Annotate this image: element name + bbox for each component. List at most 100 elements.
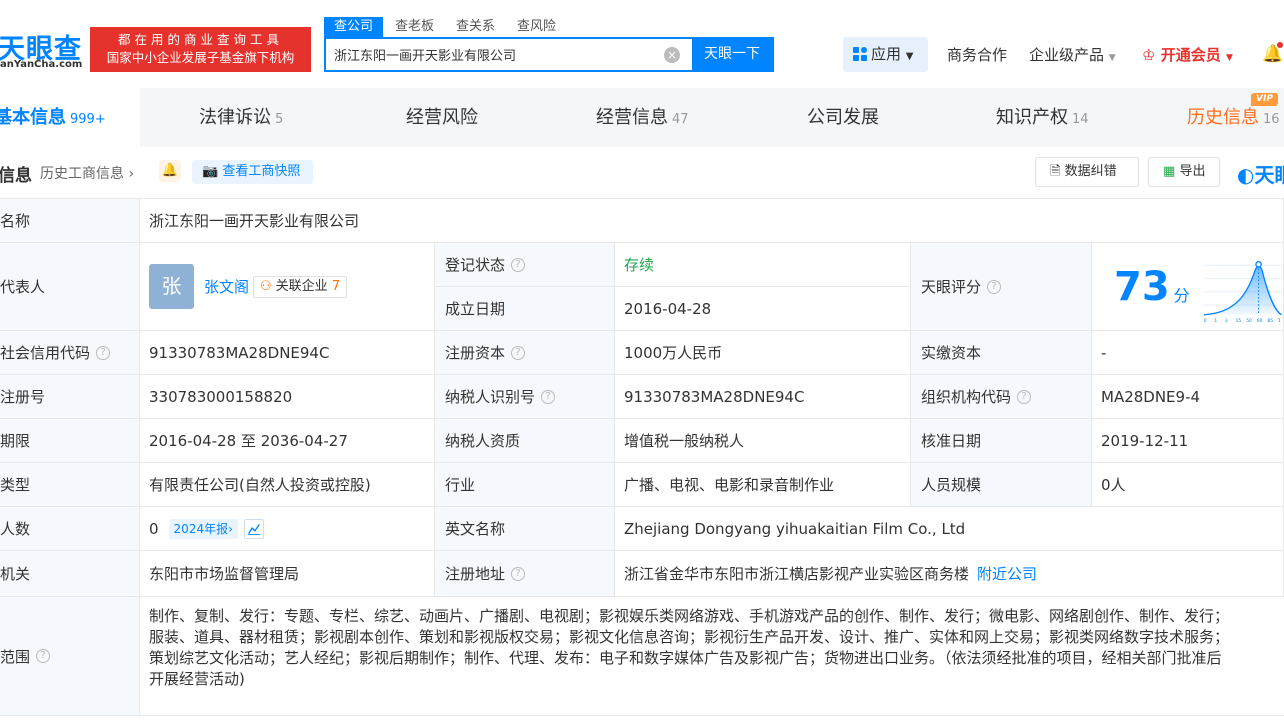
staff-size-value: 0人 [1092,463,1284,507]
search-tab-risk[interactable]: 查风险 [507,17,566,37]
snapshot-label: 查看工商快照 [222,164,301,179]
capital-label: 注册资本? [435,331,615,375]
nav-vip-label: 开通会员 [1160,46,1221,64]
tab-label: 公司发展 [807,107,879,128]
tab-label: 历史信息 [1187,107,1259,128]
nav-vip[interactable]: ♔ 开通会员 ▼ [1142,44,1233,65]
slogan-banner[interactable]: 都在用的商业查询工具 国家中小企业发展子基金旗下机构 [90,27,311,72]
chevron-down-icon: ▼ [1225,53,1233,63]
chevron-down-icon: ▼ [905,51,914,62]
english-name-value: Zhejiang Dongyang yihuakaitian Film Co.,… [615,507,1284,551]
tax-id-value: 91330783MA28DNE94C [615,375,911,419]
org-code-label: 组织机构代码? [911,375,1092,419]
type-value: 有限责任公司(自然人投资或控股) [140,463,435,507]
related-companies-badge[interactable]: ⚇ 关联企业 7 [253,275,348,298]
score-value: 73 [1114,263,1170,310]
correct-label: 数据纠错 [1064,164,1117,179]
apps-button[interactable]: 应用 ▼ [843,37,928,72]
help-icon[interactable]: ? [511,257,526,272]
nearby-companies-link[interactable]: 附近公司 [977,563,1037,584]
tab-label: 基本信息 [0,107,66,128]
address-value: 浙江省金华市东阳市浙江横店影视产业实验区商务楼 附近公司 [615,551,1284,597]
tab-label: 经营风险 [406,107,478,128]
type-label: 类型 [0,463,140,507]
nav-business[interactable]: 商务合作 [947,44,1007,65]
english-name-label: 英文名称 [435,507,615,551]
search-tab-relation[interactable]: 查关系 [446,17,505,37]
tab-count: 16 [1263,112,1280,127]
search-box: × 天眼一下 [324,37,774,72]
business-scope-value: 制作、复制、发行：专题、专栏、综艺、动画片、广播剧、电视剧；影视娱乐类网络游戏、… [140,597,1284,715]
tab-count: 14 [1072,112,1089,127]
tab-litigation[interactable]: 法律诉讼 5 [199,88,283,147]
staff-size-label: 人员规模 [911,463,1092,507]
tab-basic-info[interactable]: 基本信息 999+ [0,88,140,147]
edit-doc-icon: 🗎 [1050,164,1061,179]
trend-chart-icon[interactable] [243,518,264,539]
score-panel[interactable]: 73 分 0 1 3 15 50 60 85 1 [1092,243,1284,331]
status-value: 存续 [615,243,911,287]
correct-data-button[interactable]: 🗎 数据纠错 [1035,157,1139,187]
scope-line: 策划综艺文化活动；艺人经纪；影视后期制作；制作、代理、发布：电子和数字媒体广告及… [149,649,1222,667]
search-tab-boss[interactable]: 查老板 [385,17,444,37]
axis-tick: 1 [1278,317,1281,323]
axis-tick: 60 [1256,317,1262,323]
legal-rep-name[interactable]: 张文阁 [204,276,249,297]
tab-operations[interactable]: 经营信息 47 [596,88,689,147]
excel-icon: ▦ [1163,164,1176,179]
legal-rep-value: 张 张文阁 ⚇ 关联企业 7 [140,243,435,331]
paid-capital-value: - [1092,331,1284,375]
nav-enterprise[interactable]: 企业级产品 ▼ [1029,44,1116,65]
chevron-right-icon: › [128,166,135,182]
search-input[interactable] [326,39,664,70]
axis-tick: 85 [1267,317,1273,323]
scope-line: 服装、道具、器材租赁；影视剧本创作、策划和影视版权交易；影视文化信息咨询；影视衍… [149,628,1230,646]
clear-icon[interactable]: × [664,47,680,63]
insured-count: 0 [149,519,159,538]
avatar[interactable]: 张 [149,264,194,309]
score-label-text: 天眼评分 [921,278,982,296]
legal-rep-label: 代表人 [0,243,140,331]
related-count: 7 [331,278,341,294]
tab-ip[interactable]: 知识产权 14 [996,88,1089,147]
help-icon[interactable]: ? [987,279,1002,294]
address-label-text: 注册地址 [445,565,506,583]
logo-domain: anYanCha.com [0,59,83,70]
search-button[interactable]: 天眼一下 [692,39,772,70]
slogan-line2: 国家中小企业发展子基金旗下机构 [106,50,295,65]
score-distribution-chart: 0 1 3 15 50 60 85 1 [1203,260,1282,323]
tab-count: 999+ [70,112,106,127]
help-icon[interactable]: ? [96,345,111,360]
tab-label: 经营信息 [596,107,668,128]
tab-development[interactable]: 公司发展 [807,88,879,147]
tab-count: 5 [275,112,284,127]
search-tab-company[interactable]: 查公司 [324,17,384,37]
related-label: 关联企业 [275,278,328,294]
export-button[interactable]: ▦ 导出 [1148,157,1220,187]
help-icon[interactable]: ? [36,649,51,663]
term-label: 期限 [0,419,140,463]
apps-grid-icon [853,47,867,61]
approve-date-value: 2019-12-11 [1092,419,1284,463]
credit-code-value: 91330783MA28DNE94C [140,331,435,375]
help-icon[interactable]: ? [511,566,526,581]
status-label: 登记状态? [435,243,615,287]
help-icon[interactable]: ? [541,389,556,404]
score-unit: 分 [1173,285,1190,305]
axis-tick: 0 [1203,317,1206,323]
found-date-label: 成立日期 [435,287,615,331]
annual-report-badge[interactable]: 2024年报› [168,518,238,539]
section-title: 信息 [0,166,32,186]
alert-bell-icon[interactable]: 🔔 [159,160,181,182]
org-code-value: MA28DNE9-4 [1092,375,1284,419]
annual-label: 2024年报 [173,521,229,536]
history-link[interactable]: 历史工商信息 › [40,163,134,183]
axis-tick: 3 [1225,317,1228,323]
tax-qual-label: 纳税人资质 [435,419,615,463]
tab-risk[interactable]: 经营风险 [406,88,478,147]
found-date-value: 2016-04-28 [615,287,911,331]
help-icon[interactable]: ? [1017,389,1032,404]
taxid-label-text: 纳税人识别号 [445,388,536,406]
snapshot-button[interactable]: 📷 查看工商快照 [192,160,313,184]
help-icon[interactable]: ? [511,345,526,360]
